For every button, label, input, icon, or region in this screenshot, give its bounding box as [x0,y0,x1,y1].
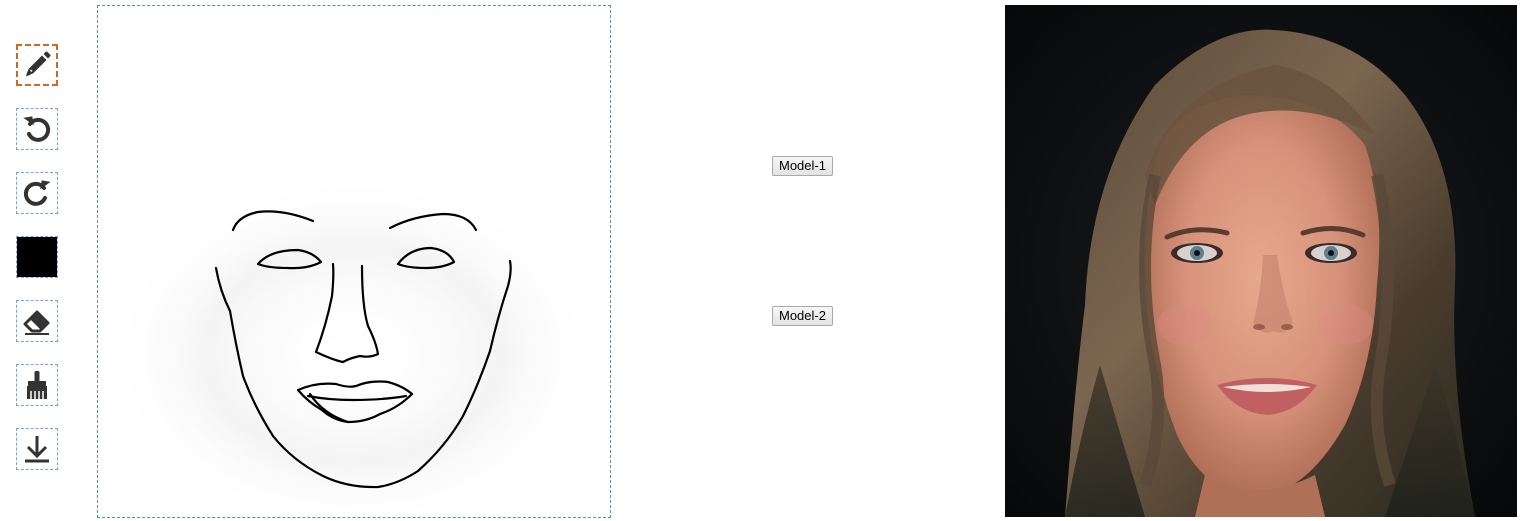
redo-button[interactable] [16,172,58,214]
sketch-canvas[interactable] [97,5,611,518]
drawing-toolbar [16,44,62,492]
model-2-button[interactable]: Model-2 [772,306,833,326]
broom-icon [27,371,47,399]
face-portrait [1005,5,1517,517]
undo-icon [23,116,51,142]
download-button[interactable] [16,428,58,470]
eraser-icon [23,310,50,335]
undo-button[interactable] [16,108,58,150]
redo-icon [23,180,51,206]
model-1-button[interactable]: Model-1 [772,156,833,176]
pencil-tool-button[interactable] [16,44,58,86]
eraser-button[interactable] [16,300,58,342]
clear-canvas-button[interactable] [16,364,58,406]
face-sketch [108,156,598,516]
color-swatch [17,237,57,277]
color-picker-button[interactable] [16,236,58,278]
generated-face-image [1005,5,1517,517]
pencil-icon [26,51,51,77]
download-icon [25,436,49,463]
